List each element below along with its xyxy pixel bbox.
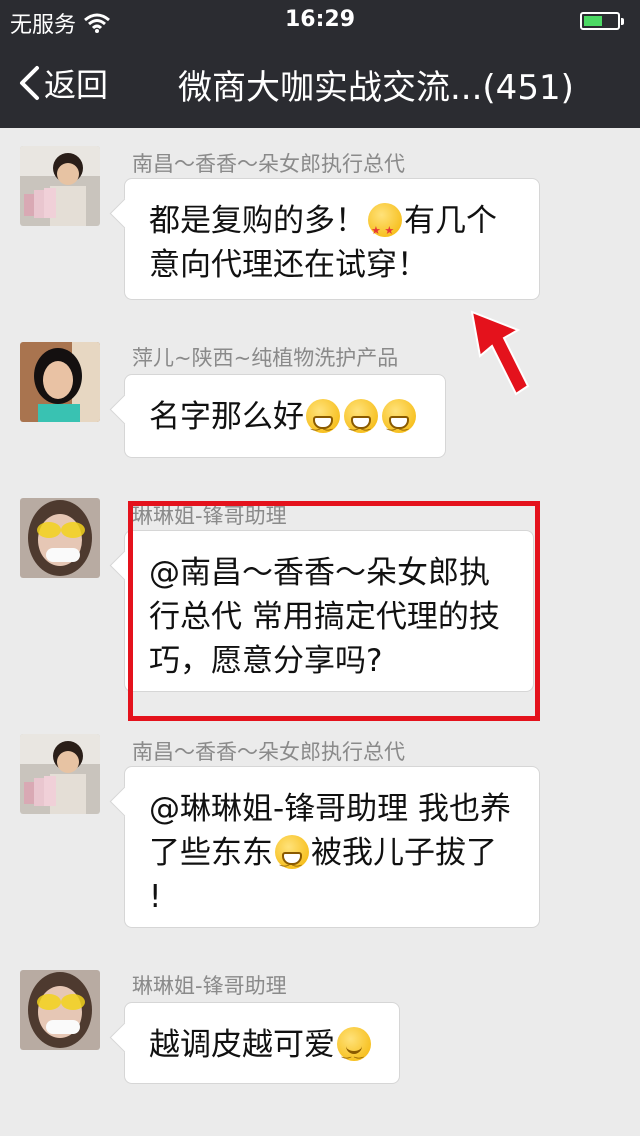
message-text: 都是复购的多！ — [149, 203, 366, 239]
message-text: 名字那么好 — [149, 399, 304, 435]
avatar[interactable] — [20, 734, 100, 814]
message-text: @琳琳姐-锋哥助理 我也养 — [149, 791, 512, 827]
avatar[interactable] — [20, 342, 100, 422]
grin-emoji-icon — [275, 835, 309, 883]
avatar[interactable] — [20, 498, 100, 578]
starstruck-emoji-icon — [368, 203, 402, 253]
message-bubble[interactable]: @琳琳姐-锋哥助理 我也养 了些东东 被我儿子拔了 ! — [124, 766, 540, 928]
status-time: 16:29 — [284, 7, 356, 32]
annotation-arrow-icon — [470, 310, 530, 396]
sender-name: 萍儿~陕西~纯植物洗护产品 — [132, 346, 399, 370]
message-bubble[interactable]: 都是复购的多！有几个 意向代理还在试穿！ — [124, 178, 540, 300]
message-text: 有几个 — [404, 203, 497, 239]
sender-name: 南昌～香香～朵女郎执行总代 — [132, 152, 405, 176]
status-bar: 无服务 16:29 — [0, 0, 640, 40]
back-button[interactable]: 返回 — [18, 60, 108, 106]
chat-area[interactable]: 南昌～香香～朵女郎执行总代 都是复购的多！有几个 意向代理还在试穿！ 萍儿~陕西… — [0, 128, 640, 1136]
message-text: 越调皮越可爱 — [149, 1027, 335, 1063]
battery-icon — [580, 12, 624, 30]
message-text: 了些东东 — [149, 835, 273, 871]
message-text: ! — [149, 879, 162, 915]
avatar[interactable] — [20, 146, 100, 226]
back-label: 返回 — [44, 66, 109, 104]
grin-emoji-icon — [344, 399, 378, 447]
message-text: 被我儿子拔了 — [311, 835, 497, 871]
nav-bar: 返回 微商大咖实战交流...(451) — [0, 40, 640, 128]
message-bubble[interactable]: 名字那么好 — [124, 374, 446, 458]
message-bubble[interactable]: 越调皮越可爱 — [124, 1002, 400, 1084]
sender-name: 琳琳姐-锋哥助理 — [132, 974, 287, 998]
avatar[interactable] — [20, 970, 100, 1050]
grin-emoji-icon — [382, 399, 416, 447]
sender-name: 南昌～香香～朵女郎执行总代 — [132, 740, 405, 764]
chevron-left-icon — [20, 66, 39, 100]
smile-emoji-icon — [337, 1027, 371, 1075]
grin-emoji-icon — [306, 399, 340, 447]
annotation-highlight-box — [128, 501, 540, 721]
chat-title[interactable]: 微商大咖实战交流...(451) — [178, 60, 574, 109]
